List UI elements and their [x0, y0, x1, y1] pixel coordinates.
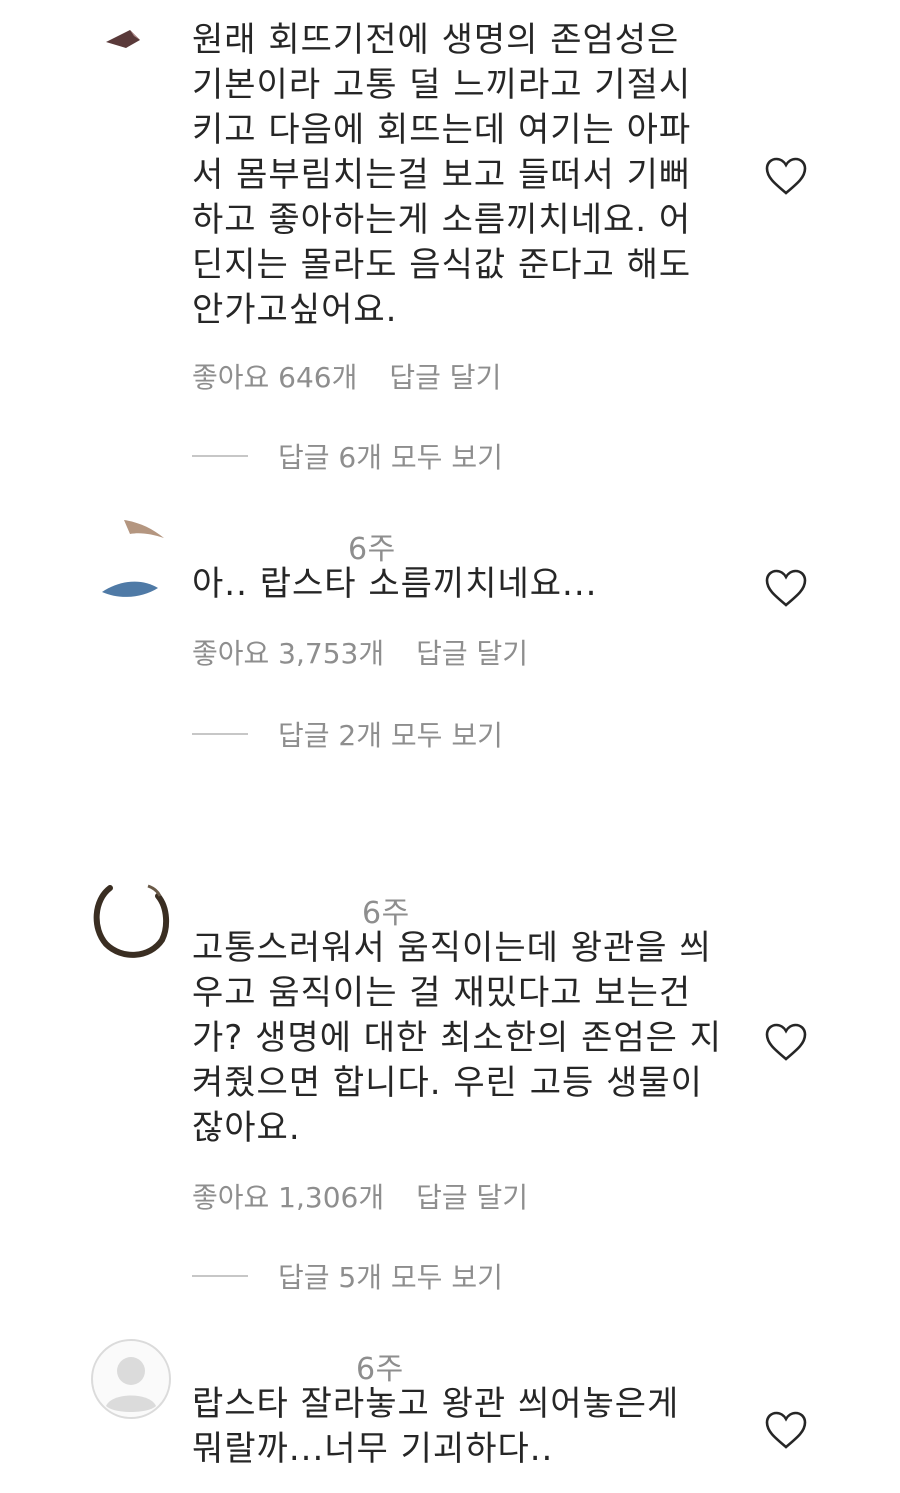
- divider-line: [192, 1275, 248, 1277]
- heart-outline-icon[interactable]: [764, 156, 808, 196]
- comment-actions: 좋아요 1,306개 답글 달기: [192, 1176, 528, 1216]
- comment-actions: 좋아요 3,753개 답글 달기: [192, 632, 528, 672]
- view-replies-button[interactable]: 답글 2개 모두 보기: [192, 714, 503, 754]
- view-replies-label: 답글 5개 모두 보기: [278, 1261, 503, 1294]
- reply-button[interactable]: 답글 달기: [416, 632, 528, 672]
- like-count[interactable]: 좋아요 646개: [192, 356, 357, 396]
- divider-line: [192, 455, 248, 457]
- heart-outline-icon[interactable]: [764, 568, 808, 608]
- heart-outline-icon[interactable]: [764, 1410, 808, 1450]
- comment-text: 원래 회뜨기전에 생명의 존엄성은 기본이라 고통 덜 느끼라고 기절시 키고 …: [192, 20, 692, 330]
- reply-button[interactable]: 답글 달기: [416, 1176, 528, 1216]
- default-avatar-icon[interactable]: [90, 1338, 172, 1420]
- like-count[interactable]: 좋아요 3,753개: [192, 632, 384, 672]
- comment-text: 고통스러워서 움직이는데 왕관을 씌 우고 움직이는 걸 재밌다고 보는건 가?…: [192, 928, 723, 1148]
- view-replies-label: 답글 2개 모두 보기: [278, 719, 503, 752]
- view-replies-button[interactable]: 답글 6개 모두 보기: [192, 436, 503, 476]
- like-count[interactable]: 좋아요 1,306개: [192, 1176, 384, 1216]
- avatar[interactable]: [96, 512, 172, 608]
- avatar[interactable]: [88, 878, 172, 962]
- comment-text: 아.. 랍스타 소름끼치네요...: [192, 564, 598, 604]
- view-replies-button[interactable]: 답글 5개 모두 보기: [192, 1256, 503, 1296]
- divider-line: [192, 733, 248, 735]
- comment-actions: 좋아요 646개 답글 달기: [192, 356, 501, 396]
- avatar[interactable]: [96, 22, 152, 62]
- heart-outline-icon[interactable]: [764, 1022, 808, 1062]
- reply-button[interactable]: 답글 달기: [389, 356, 501, 396]
- view-replies-label: 답글 6개 모두 보기: [278, 441, 503, 474]
- comment-text: 랍스타 잘라놓고 왕관 씌어놓은게 뭐랄까...너무 기괴하다..: [192, 1384, 680, 1469]
